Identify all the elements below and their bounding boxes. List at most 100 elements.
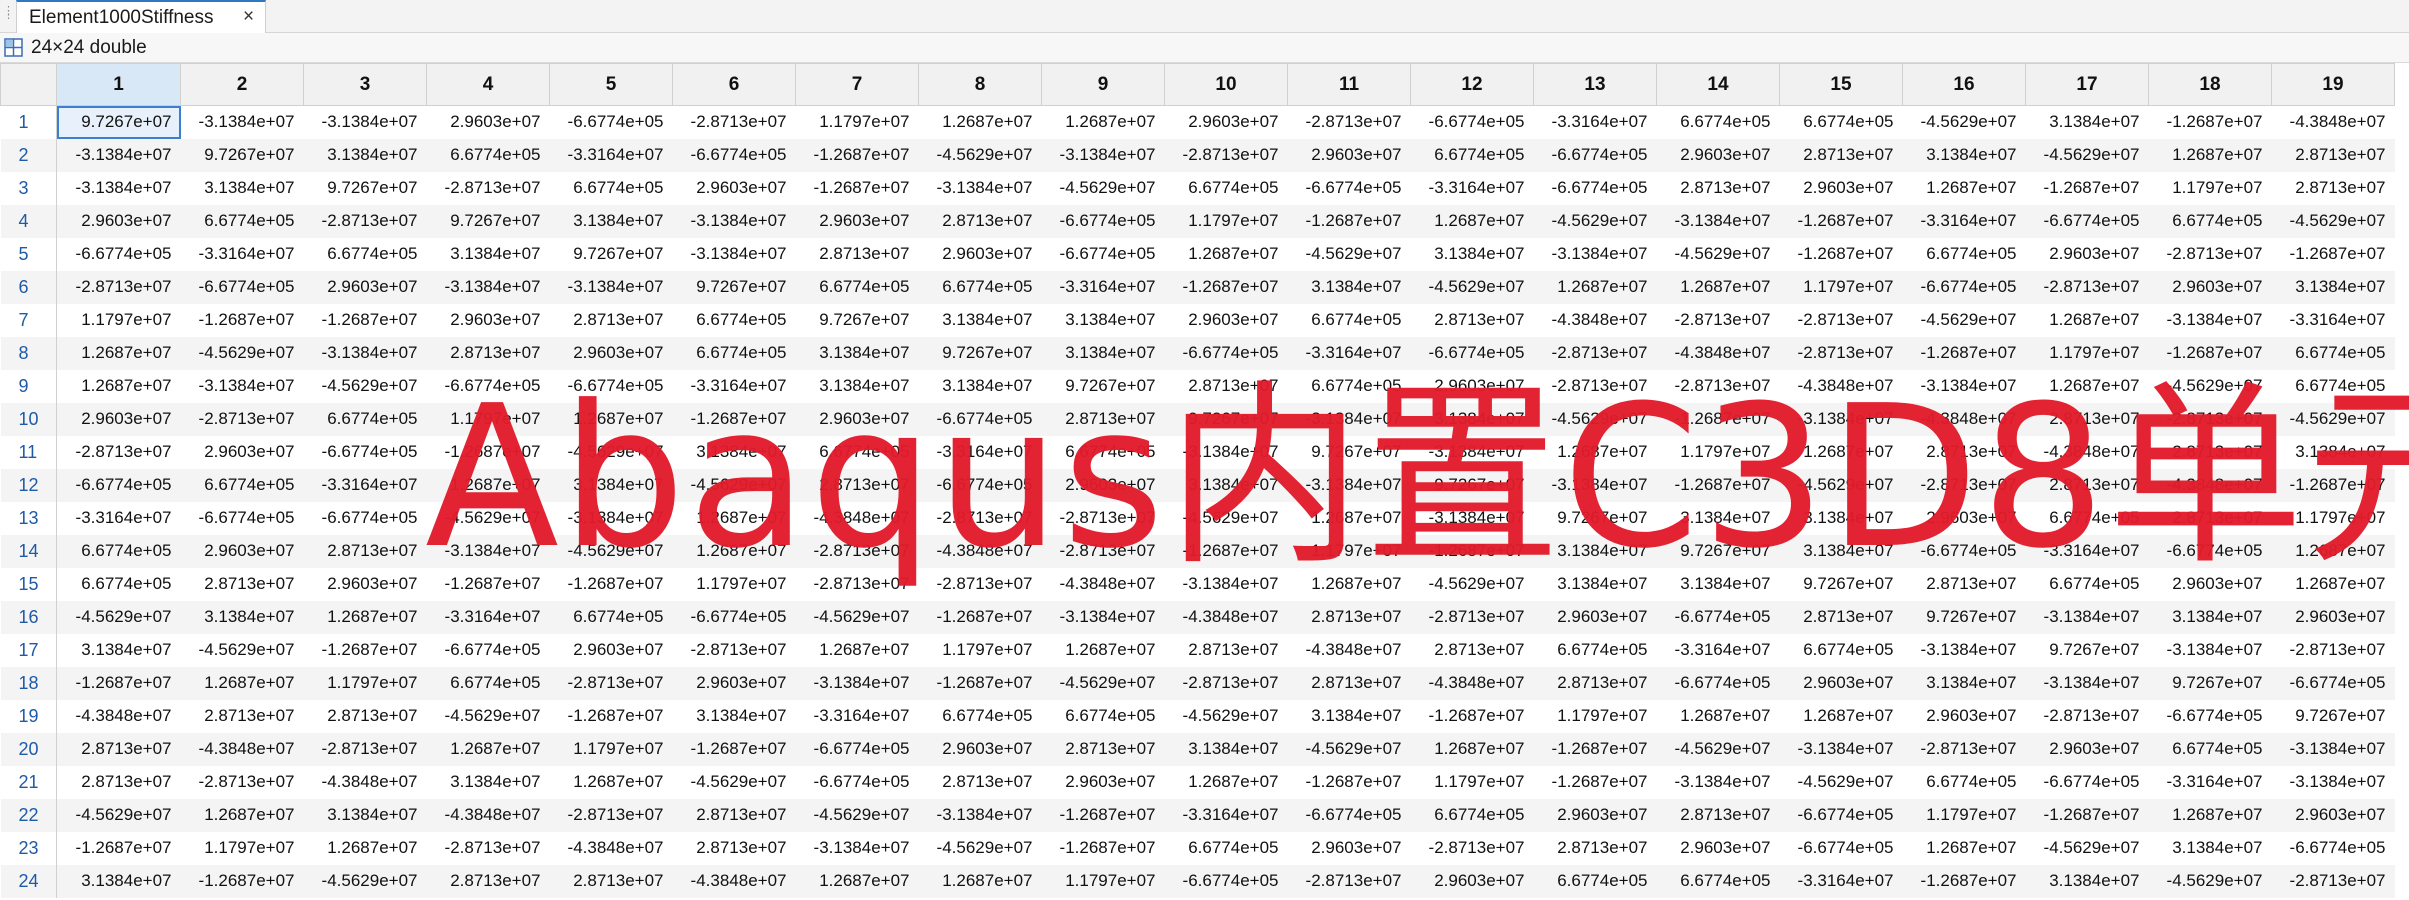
table-cell[interactable]: -3.1384e+07 [1287, 468, 1411, 502]
table-cell[interactable]: -2.8713e+07 [1534, 370, 1657, 403]
table-cell[interactable]: -3.1384e+07 [1779, 732, 1903, 766]
table-cell[interactable]: -3.3164e+07 [1287, 336, 1411, 370]
table-cell[interactable]: 1.1797e+07 [1041, 864, 1165, 898]
table-cell[interactable]: 9.7267e+07 [2148, 666, 2272, 700]
table-cell[interactable]: -1.2687e+07 [1780, 238, 1903, 271]
table-cell[interactable]: 3.1384e+07 [1657, 502, 1780, 535]
table-cell[interactable]: 3.1384e+07 [1780, 502, 1903, 535]
table-cell[interactable]: 2.9603e+07 [1165, 106, 1288, 139]
table-cell[interactable]: -4.3848e+07 [180, 732, 304, 766]
table-cell[interactable]: -6.6774e+05 [1411, 106, 1534, 139]
tab-element-stiffness[interactable]: Element1000Stiffness × [16, 0, 266, 33]
table-cell[interactable]: 2.9603e+07 [2271, 600, 2395, 634]
table-cell[interactable]: 2.8713e+07 [1411, 634, 1534, 667]
table-cell[interactable]: -2.8713e+07 [1410, 600, 1534, 634]
table-cell[interactable]: -4.5629e+07 [672, 468, 796, 502]
table-cell[interactable]: 1.2687e+07 [426, 732, 550, 766]
table-cell[interactable]: 2.8713e+07 [181, 700, 304, 733]
table-cell[interactable]: -3.1384e+07 [57, 172, 181, 205]
table-cell[interactable]: -1.2687e+07 [1902, 864, 2026, 898]
table-cell[interactable]: 6.6774e+05 [1042, 436, 1165, 469]
table-cell[interactable]: 2.9603e+07 [304, 568, 427, 601]
table-cell[interactable]: 3.1384e+07 [1164, 732, 1288, 766]
table-cell[interactable]: 9.7267e+07 [1410, 468, 1534, 502]
table-cell[interactable]: -6.6774e+05 [56, 468, 181, 502]
table-cell[interactable]: 2.8713e+07 [1779, 600, 1903, 634]
table-cell[interactable]: 1.1797e+07 [426, 402, 550, 436]
table-cell[interactable]: -4.5629e+07 [1903, 304, 2026, 337]
table-cell[interactable]: -2.8713e+07 [427, 832, 550, 865]
table-cell[interactable]: -6.6774e+05 [2025, 204, 2149, 238]
table-cell[interactable]: 6.6774e+05 [180, 468, 304, 502]
table-cell[interactable]: 1.2687e+07 [1165, 766, 1288, 799]
table-cell[interactable]: -2.8713e+07 [181, 766, 304, 799]
table-cell[interactable]: -6.6774e+05 [1288, 172, 1411, 205]
table-cell[interactable]: -1.2687e+07 [1164, 270, 1288, 304]
table-cell[interactable]: -3.3164e+07 [796, 700, 919, 733]
table-cell[interactable]: 2.9603e+07 [2148, 270, 2272, 304]
table-cell[interactable]: 2.9603e+07 [427, 106, 550, 139]
tab-grip-icon[interactable]: ⋮ ⋮ [3, 6, 14, 23]
table-cell[interactable]: 2.8713e+07 [1533, 666, 1657, 700]
table-cell[interactable]: -6.6774e+05 [57, 238, 181, 271]
table-cell[interactable]: -2.8713e+07 [1287, 864, 1411, 898]
table-cell[interactable]: -2.8713e+07 [2149, 238, 2272, 271]
table-cell[interactable]: -2.8713e+07 [549, 666, 673, 700]
table-cell[interactable]: 1.2687e+07 [1903, 172, 2026, 205]
table-cell[interactable]: -2.8713e+07 [303, 204, 427, 238]
table-cell[interactable]: -3.1384e+07 [2149, 304, 2272, 337]
table-cell[interactable]: 6.6774e+05 [2148, 732, 2272, 766]
table-cell[interactable]: 2.8713e+07 [1287, 666, 1411, 700]
table-cell[interactable]: 6.6774e+05 [1410, 798, 1534, 832]
table-cell[interactable]: -6.6774e+05 [2149, 700, 2272, 733]
table-cell[interactable]: 2.9603e+07 [1657, 832, 1780, 865]
table-cell[interactable]: 1.2687e+07 [2148, 798, 2272, 832]
column-header[interactable]: 6 [672, 63, 796, 106]
table-cell[interactable]: 3.1384e+07 [1164, 468, 1288, 502]
corner-cell[interactable] [0, 63, 57, 106]
table-cell[interactable]: -3.3164e+07 [673, 370, 796, 403]
table-cell[interactable]: -6.6774e+05 [672, 138, 796, 172]
table-cell[interactable]: 1.2687e+07 [2271, 534, 2395, 568]
table-cell[interactable]: 1.2687e+07 [550, 766, 673, 799]
table-cell[interactable]: 3.1384e+07 [1288, 700, 1411, 733]
table-cell[interactable]: 9.7267e+07 [56, 105, 181, 139]
table-cell[interactable]: -4.5629e+07 [550, 436, 673, 469]
table-cell[interactable]: -6.6774e+05 [1041, 204, 1165, 238]
table-cell[interactable]: -1.2687e+07 [2025, 798, 2149, 832]
table-cell[interactable]: 9.7267e+07 [672, 270, 796, 304]
table-cell[interactable]: -4.3848e+07 [2026, 436, 2149, 469]
row-header[interactable]: 17 [0, 633, 57, 667]
row-header[interactable]: 16 [0, 600, 57, 634]
table-cell[interactable]: 2.8713e+07 [426, 864, 550, 898]
column-header[interactable]: 12 [1410, 63, 1534, 106]
table-cell[interactable]: -3.1384e+07 [1041, 138, 1165, 172]
table-cell[interactable]: -3.3164e+07 [57, 502, 181, 535]
table-cell[interactable]: 1.2687e+07 [1042, 106, 1165, 139]
table-cell[interactable]: 6.6774e+05 [57, 568, 181, 601]
table-cell[interactable]: 6.6774e+05 [2026, 568, 2149, 601]
table-cell[interactable]: 1.2687e+07 [56, 336, 181, 370]
table-cell[interactable]: -1.2687e+07 [180, 864, 304, 898]
table-cell[interactable]: -1.2687e+07 [1042, 832, 1165, 865]
table-cell[interactable]: 9.7267e+07 [1656, 534, 1780, 568]
table-cell[interactable]: 2.8713e+07 [2025, 468, 2149, 502]
table-cell[interactable]: 2.9603e+07 [1903, 700, 2026, 733]
table-cell[interactable]: 2.8713e+07 [181, 568, 304, 601]
table-cell[interactable]: 2.9603e+07 [549, 336, 673, 370]
table-cell[interactable]: 2.9603e+07 [550, 634, 673, 667]
table-cell[interactable]: -4.5629e+07 [1533, 402, 1657, 436]
table-cell[interactable]: 1.1797e+07 [796, 106, 919, 139]
table-cell[interactable]: -1.2687e+07 [2148, 336, 2272, 370]
table-cell[interactable]: -4.5629e+07 [427, 700, 550, 733]
table-cell[interactable]: -2.8713e+07 [919, 568, 1042, 601]
table-cell[interactable]: 6.6774e+05 [1903, 238, 2026, 271]
table-cell[interactable]: 6.6774e+05 [1410, 138, 1534, 172]
table-cell[interactable]: -3.3164e+07 [1534, 106, 1657, 139]
table-cell[interactable]: -3.1384e+07 [1165, 436, 1288, 469]
table-cell[interactable]: -4.5629e+07 [1779, 468, 1903, 502]
table-cell[interactable]: 9.7267e+07 [1164, 402, 1288, 436]
table-cell[interactable]: -1.2687e+07 [1656, 468, 1780, 502]
table-cell[interactable]: 6.6774e+05 [1780, 634, 1903, 667]
table-cell[interactable]: 1.2687e+07 [1657, 700, 1780, 733]
